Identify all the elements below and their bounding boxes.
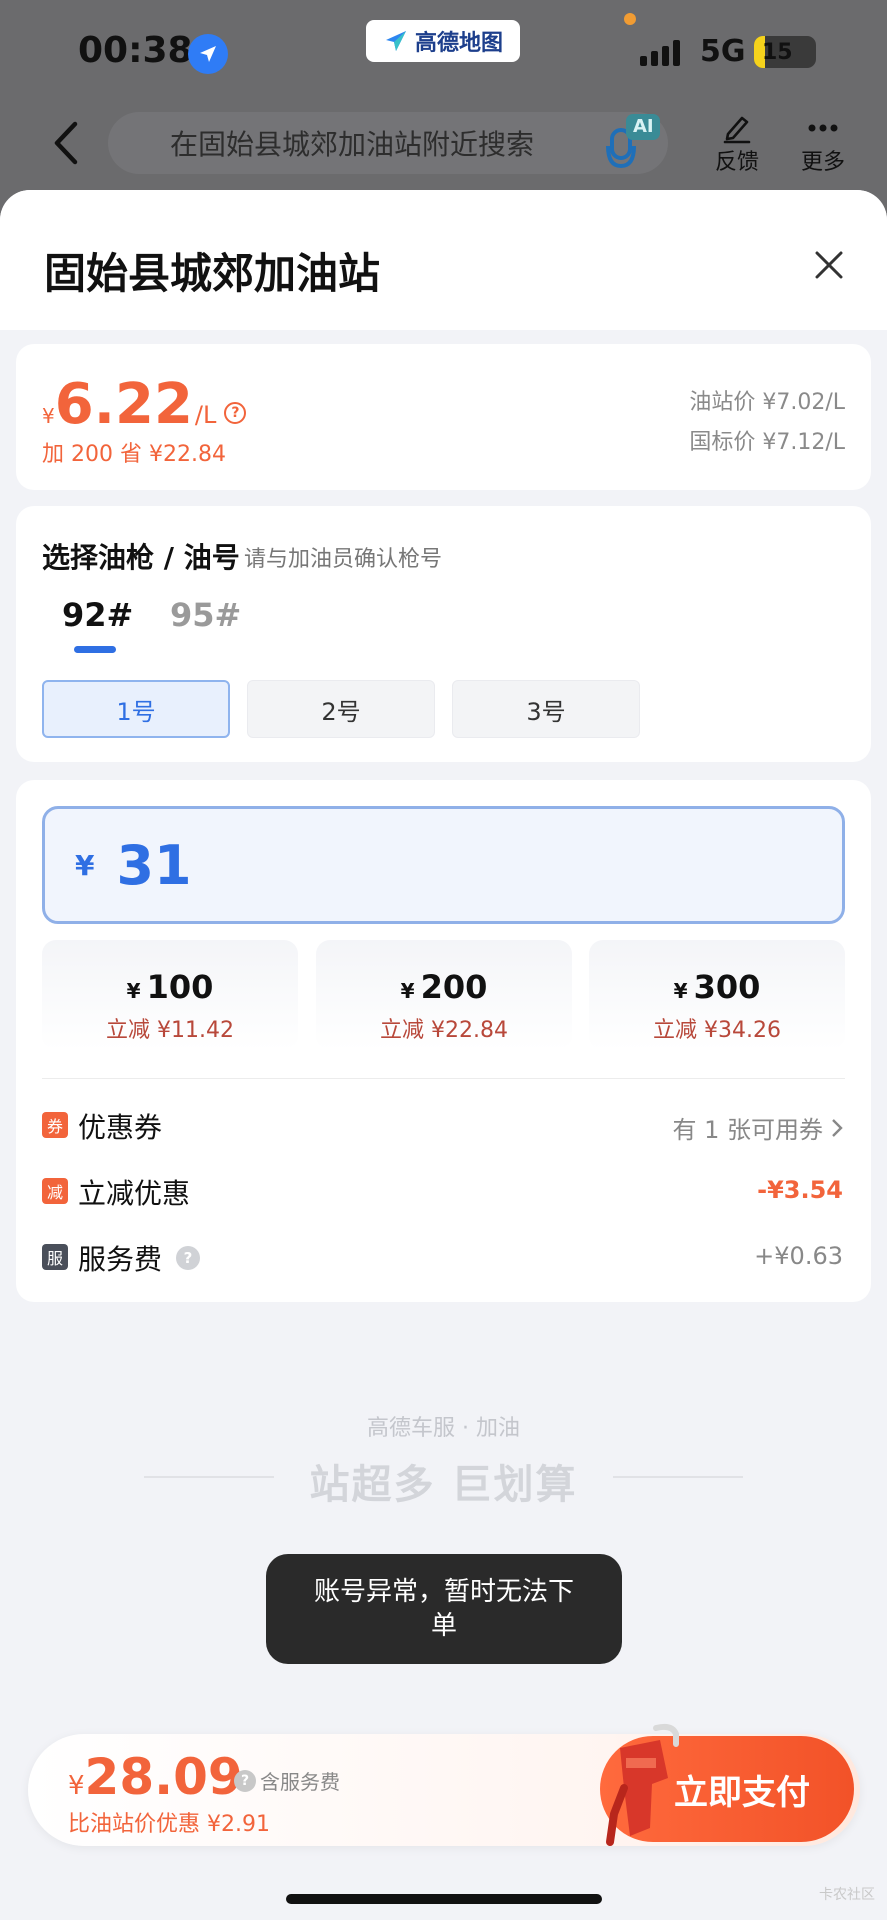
status-time: 00:38	[78, 30, 193, 71]
battery-icon: 15	[754, 36, 816, 68]
discount-price: ¥ 6.22 /L ?	[42, 372, 247, 437]
slogan-sub: 高德车服 · 加油	[367, 1416, 520, 1441]
discount-tag-icon: 减	[42, 1178, 68, 1204]
location-arrow-icon	[188, 34, 228, 74]
status-bar: 00:38 高德地图 5G 15	[0, 0, 887, 100]
quick-discount: 立减 ¥11.42	[106, 1018, 234, 1043]
amap-logo-icon	[385, 31, 406, 51]
watermark: 卡农社区	[819, 1887, 875, 1903]
national-price: 国标价 ¥7.12/L	[689, 430, 845, 455]
amount-value: 31	[116, 833, 192, 897]
feedback-label: 反馈	[714, 150, 759, 175]
privacy-indicator-icon	[624, 13, 636, 25]
pay-includes-label: 含服务费	[260, 1770, 340, 1794]
more-label: 更多	[800, 150, 845, 175]
gun-select-title: 选择油枪 / 油号	[42, 541, 240, 574]
tab-fuel-95[interactable]: 95#	[170, 596, 241, 634]
chevron-right-icon	[832, 1118, 843, 1137]
amount-input[interactable]: ¥ 31	[42, 806, 845, 924]
gun-button-1[interactable]: 1号	[42, 680, 230, 738]
ai-badge: AI	[633, 116, 654, 137]
pay-help-icon[interactable]: ?	[234, 1769, 256, 1792]
pay-total-value: 28.09	[84, 1748, 243, 1806]
slogan-main: 站超多 巨划算	[309, 1462, 578, 1508]
pay-total: ¥ 28.09	[68, 1748, 243, 1806]
app-indicator: 高德地图	[366, 20, 520, 62]
coupon-tag-icon: 券	[42, 1112, 68, 1138]
network-type: 5G	[700, 34, 746, 69]
close-icon	[815, 251, 843, 279]
pay-savings: 比油站价优惠 ¥2.91	[68, 1812, 270, 1837]
quick-discount: 立减 ¥34.26	[653, 1018, 781, 1043]
more-dots-icon	[808, 124, 838, 132]
coupon-value: 有 1 张可用券	[672, 1116, 823, 1144]
price-currency: ¥	[42, 404, 55, 428]
ai-voice-button[interactable]: AI	[606, 112, 664, 172]
pay-includes: ? 含服务费	[234, 1766, 340, 1795]
quick-amount-100[interactable]: ¥100 立减 ¥11.42	[42, 940, 298, 1050]
gun-select-hint: 请与加油员确认枪号	[244, 547, 443, 572]
signal-icon	[640, 40, 680, 66]
search-placeholder: 在固始县城郊加油站附近搜索	[170, 128, 535, 161]
discount-label: 立减优惠	[78, 1177, 191, 1210]
tab-underline	[74, 646, 116, 653]
quick-currency: ¥	[126, 979, 141, 1003]
quick-currency: ¥	[673, 979, 688, 1003]
save-note: 加 200 省 ¥22.84	[42, 442, 226, 467]
fuel-nozzle-icon	[606, 1723, 679, 1846]
amount-currency: ¥	[75, 848, 95, 882]
price-unit: /L	[194, 401, 217, 429]
gun-button-2[interactable]: 2号	[247, 680, 435, 738]
pay-currency: ¥	[68, 1771, 85, 1801]
coupon-label: 优惠券	[78, 1111, 163, 1144]
coupon-row-button[interactable]: 有 1 张可用券	[672, 1110, 843, 1145]
home-indicator	[286, 1894, 602, 1904]
edit-icon	[723, 116, 751, 144]
chevron-left-icon	[54, 121, 78, 165]
service-fee-value: +¥0.63	[754, 1242, 843, 1270]
close-button[interactable]	[812, 248, 846, 282]
more-button[interactable]: 更多	[788, 112, 858, 176]
app-name: 高德地图	[414, 31, 503, 56]
price-help-icon[interactable]: ?	[224, 402, 247, 424]
quick-amount: 100	[146, 968, 214, 1006]
price-value: 6.22	[54, 372, 193, 437]
service-tag-icon: 服	[42, 1244, 68, 1270]
quick-amount-200[interactable]: ¥200 立减 ¥22.84	[316, 940, 572, 1050]
feedback-button[interactable]: 反馈	[702, 112, 772, 176]
station-title: 固始县城郊加油站	[44, 249, 381, 298]
back-button[interactable]	[44, 118, 88, 168]
quick-amount: 200	[420, 968, 488, 1006]
service-fee-row: 服务费 ?	[78, 1238, 201, 1278]
discount-value: -¥3.54	[757, 1176, 843, 1204]
service-fee-help-icon[interactable]: ?	[176, 1246, 201, 1270]
quick-amount: 300	[693, 968, 761, 1006]
station-price: 油站价 ¥7.02/L	[689, 390, 845, 415]
divider	[42, 1078, 845, 1079]
quick-discount: 立减 ¥22.84	[380, 1018, 508, 1043]
error-toast: 账号异常，暂时无法下单	[266, 1554, 622, 1664]
gun-button-3[interactable]: 3号	[452, 680, 640, 738]
tab-fuel-92[interactable]: 92#	[62, 596, 133, 634]
quick-amount-300[interactable]: ¥300 立减 ¥34.26	[589, 940, 845, 1050]
battery-level: 15	[762, 39, 793, 65]
service-fee-label: 服务费	[78, 1243, 163, 1276]
quick-currency: ¥	[400, 979, 415, 1003]
search-input[interactable]: 在固始县城郊加油站附近搜索	[108, 112, 668, 174]
